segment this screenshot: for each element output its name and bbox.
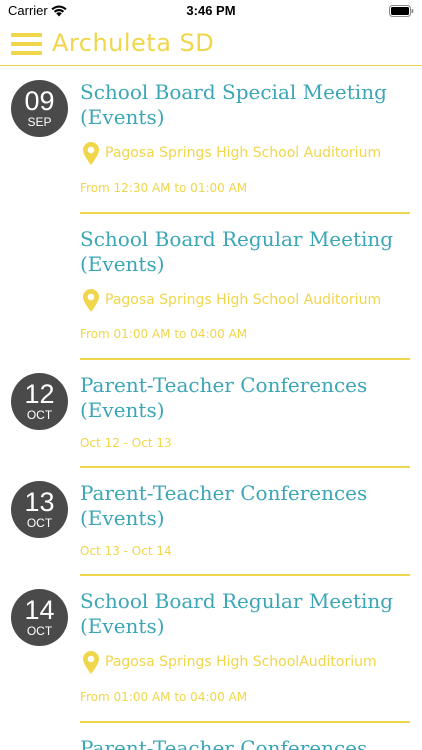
event-title-category: (Events): [80, 398, 165, 422]
event-title-category: (Events): [80, 252, 165, 276]
event-title: Parent-Teacher Conferences: [80, 736, 410, 750]
event-location: Pagosa Springs High SchoolAuditorium: [80, 651, 410, 677]
event-time: Oct 12 - Oct 13: [80, 436, 172, 450]
date-day: 12: [24, 379, 55, 409]
event-time: From 01:00 AM to 04:00 AM: [80, 690, 248, 704]
event-item[interactable]: School Board Regular Meeting (Events) Pa…: [0, 214, 422, 360]
location-pin-icon: [83, 142, 99, 165]
event-location: Pagosa Springs High School Auditorium: [80, 289, 410, 315]
event-title-line: School Board Regular Meeting: [80, 589, 394, 613]
location-text: Pagosa Springs High School Auditorium: [105, 145, 382, 161]
date-month: OCT: [26, 624, 53, 638]
event-title: School Board Regular Meeting (Events): [80, 227, 410, 277]
event-title: Parent-Teacher Conferences (Events): [80, 481, 410, 531]
date-day: 09: [24, 86, 55, 116]
event-location: Pagosa Springs High School Auditorium: [80, 142, 410, 168]
event-item[interactable]: 09 SEP School Board Special Meeting (Eve…: [0, 67, 422, 214]
date-badge: 09 SEP: [11, 80, 68, 137]
event-time: From 12:30 AM to 01:00 AM: [80, 181, 248, 195]
date-day: 13: [24, 487, 55, 517]
event-title-category: (Events): [80, 105, 165, 129]
event-title-line: Parent-Teacher Conferences: [80, 736, 368, 750]
event-title-line: Parent-Teacher Conferences: [80, 373, 368, 397]
event-item[interactable]: 12 OCT Parent-Teacher Conferences (Event…: [0, 360, 422, 468]
event-title-line: School Board Regular Meeting: [80, 227, 394, 251]
date-month: SEP: [27, 115, 52, 129]
location-text: Pagosa Springs High SchoolAuditorium: [105, 654, 377, 670]
event-title-category: (Events): [80, 506, 165, 530]
hamburger-menu-icon[interactable]: [11, 33, 42, 55]
event-title: School Board Regular Meeting (Events): [80, 589, 410, 639]
event-title-line: Parent-Teacher Conferences: [80, 481, 368, 505]
battery-icon: [389, 5, 414, 17]
event-title: Parent-Teacher Conferences (Events): [80, 373, 410, 423]
event-item[interactable]: Parent-Teacher Conferences: [0, 723, 422, 750]
date-badge: 13 OCT: [11, 481, 68, 538]
event-list[interactable]: 09 SEP School Board Special Meeting (Eve…: [0, 67, 422, 750]
location-pin-icon: [83, 289, 99, 312]
status-bar: Carrier 3:46 PM: [0, 0, 422, 24]
date-month: OCT: [26, 408, 53, 422]
date-day: 14: [24, 595, 55, 625]
status-time: 3:46 PM: [186, 3, 236, 18]
event-item[interactable]: 14 OCT School Board Regular Meeting (Eve…: [0, 576, 422, 723]
event-title-category: (Events): [80, 614, 165, 638]
date-month: OCT: [26, 516, 53, 530]
event-time: Oct 13 - Oct 14: [80, 544, 172, 558]
event-title-line: School Board Special Meeting: [80, 80, 387, 104]
nav-bar: Archuleta SD: [0, 24, 422, 66]
event-item[interactable]: 13 OCT Parent-Teacher Conferences (Event…: [0, 468, 422, 576]
event-time: From 01:00 AM to 04:00 AM: [80, 327, 248, 341]
app-title: Archuleta SD: [52, 29, 215, 57]
location-pin-icon: [83, 651, 99, 674]
date-badge: 14 OCT: [11, 589, 68, 646]
location-text: Pagosa Springs High School Auditorium: [105, 292, 382, 308]
event-title: School Board Special Meeting (Events): [80, 80, 410, 130]
date-badge: 12 OCT: [11, 373, 68, 430]
